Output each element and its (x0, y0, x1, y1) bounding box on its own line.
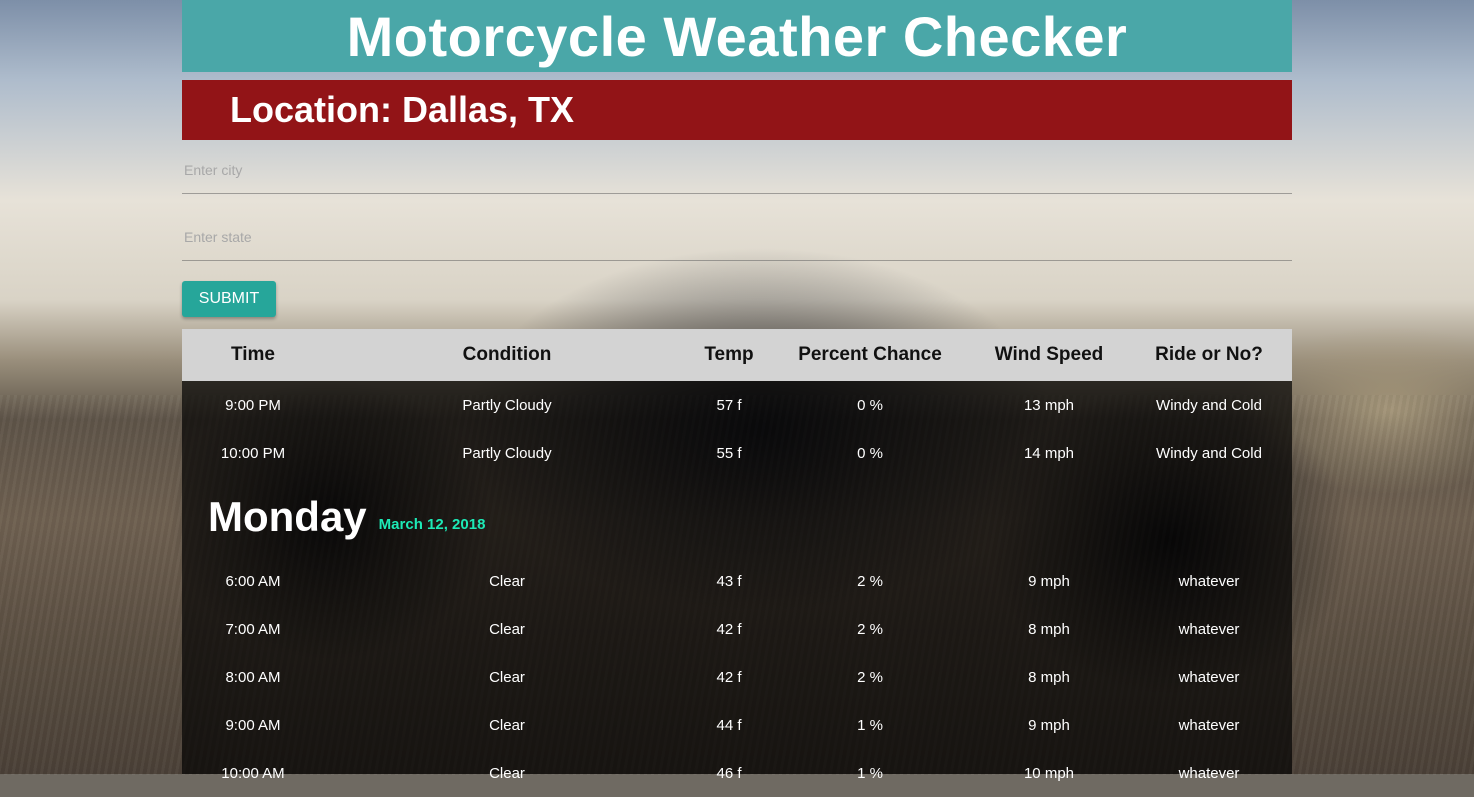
cell-condition: Clear (489, 572, 525, 590)
city-input[interactable] (182, 161, 1296, 179)
cell-condition: Clear (489, 668, 525, 686)
table-row: 9:00 PM Partly Cloudy 57 f 0 % 13 mph Wi… (182, 381, 1292, 429)
cell-ride-or-no: whatever (1178, 716, 1240, 734)
page-title: Motorcycle Weather Checker (346, 4, 1128, 68)
header-percent-chance: Percent Chance (798, 344, 942, 365)
cell-wind-speed: 14 mph (1023, 444, 1075, 462)
location-label: Location: Dallas, TX (230, 89, 575, 130)
cell-temp: 44 f (716, 716, 742, 734)
cell-percent-chance: 1 % (857, 764, 883, 782)
cell-condition: Clear (489, 716, 525, 734)
table-row: 9:00 AM Clear 44 f 1 % 9 mph whatever (182, 701, 1292, 749)
cell-temp: 42 f (716, 620, 742, 638)
table-row: 10:00 PM Partly Cloudy 55 f 0 % 14 mph W… (182, 429, 1292, 477)
city-field (182, 140, 1296, 194)
cell-condition: Clear (489, 620, 525, 638)
cell-time: 10:00 AM (221, 764, 285, 782)
cell-time: 10:00 PM (220, 444, 286, 462)
title-bar: Motorcycle Weather Checker (182, 0, 1292, 72)
cell-time: 6:00 AM (225, 572, 281, 590)
main-container: Motorcycle Weather Checker Location: Dal… (182, 0, 1296, 317)
header-wind-speed: Wind Speed (994, 344, 1104, 365)
cell-percent-chance: 2 % (857, 620, 883, 638)
cell-ride-or-no: Windy and Cold (1156, 396, 1262, 414)
cell-wind-speed: 13 mph (1023, 396, 1075, 414)
header-time: Time (230, 344, 275, 365)
cell-percent-chance: 0 % (857, 444, 883, 462)
weather-table: Time Condition Temp Percent Chance Wind … (182, 329, 1292, 782)
day-name: Monday (208, 493, 367, 540)
cell-wind-speed: 8 mph (1028, 620, 1070, 638)
header-condition: Condition (462, 344, 552, 365)
cell-temp: 57 f (716, 396, 742, 414)
cell-ride-or-no: whatever (1178, 668, 1240, 686)
cell-time: 9:00 PM (225, 396, 281, 414)
cell-ride-or-no: whatever (1178, 572, 1240, 590)
cell-condition: Partly Cloudy (462, 396, 552, 414)
cell-percent-chance: 1 % (857, 716, 883, 734)
header-temp: Temp (704, 344, 754, 365)
cell-wind-speed: 8 mph (1028, 668, 1070, 686)
cell-time: 8:00 AM (225, 668, 281, 686)
cell-percent-chance: 0 % (857, 396, 883, 414)
cell-ride-or-no: whatever (1178, 764, 1240, 782)
table-row: 6:00 AM Clear 43 f 2 % 9 mph whatever (182, 557, 1292, 605)
cell-percent-chance: 2 % (857, 668, 883, 686)
cell-percent-chance: 2 % (857, 572, 883, 590)
cell-temp: 55 f (716, 444, 742, 462)
cell-time: 7:00 AM (225, 620, 281, 638)
cell-temp: 46 f (716, 764, 742, 782)
cell-wind-speed: 9 mph (1028, 716, 1070, 734)
header-ride-or-no: Ride or No? (1155, 344, 1263, 365)
cell-condition: Clear (489, 764, 525, 782)
day-header: Monday March 12, 2018 (182, 477, 1292, 557)
table-row: 7:00 AM Clear 42 f 2 % 8 mph whatever (182, 605, 1292, 653)
table-row: 10:00 AM Clear 46 f 1 % 10 mph whatever (182, 749, 1292, 797)
location-bar: Location: Dallas, TX (182, 80, 1292, 140)
table-row: 8:00 AM Clear 42 f 2 % 8 mph whatever (182, 653, 1292, 701)
cell-temp: 42 f (716, 668, 742, 686)
submit-button[interactable]: SUBMIT (182, 281, 276, 317)
state-input[interactable] (182, 228, 1296, 246)
cell-wind-speed: 10 mph (1023, 764, 1075, 782)
location-form: SUBMIT (182, 140, 1296, 317)
day-date: March 12, 2018 (378, 515, 486, 533)
cell-condition: Partly Cloudy (462, 444, 552, 462)
cell-ride-or-no: Windy and Cold (1156, 444, 1262, 462)
cell-wind-speed: 9 mph (1028, 572, 1070, 590)
state-field (182, 208, 1296, 261)
table-header: Time Condition Temp Percent Chance Wind … (182, 329, 1292, 381)
cell-time: 9:00 AM (225, 716, 281, 734)
cell-ride-or-no: whatever (1178, 620, 1240, 638)
cell-temp: 43 f (716, 572, 742, 590)
